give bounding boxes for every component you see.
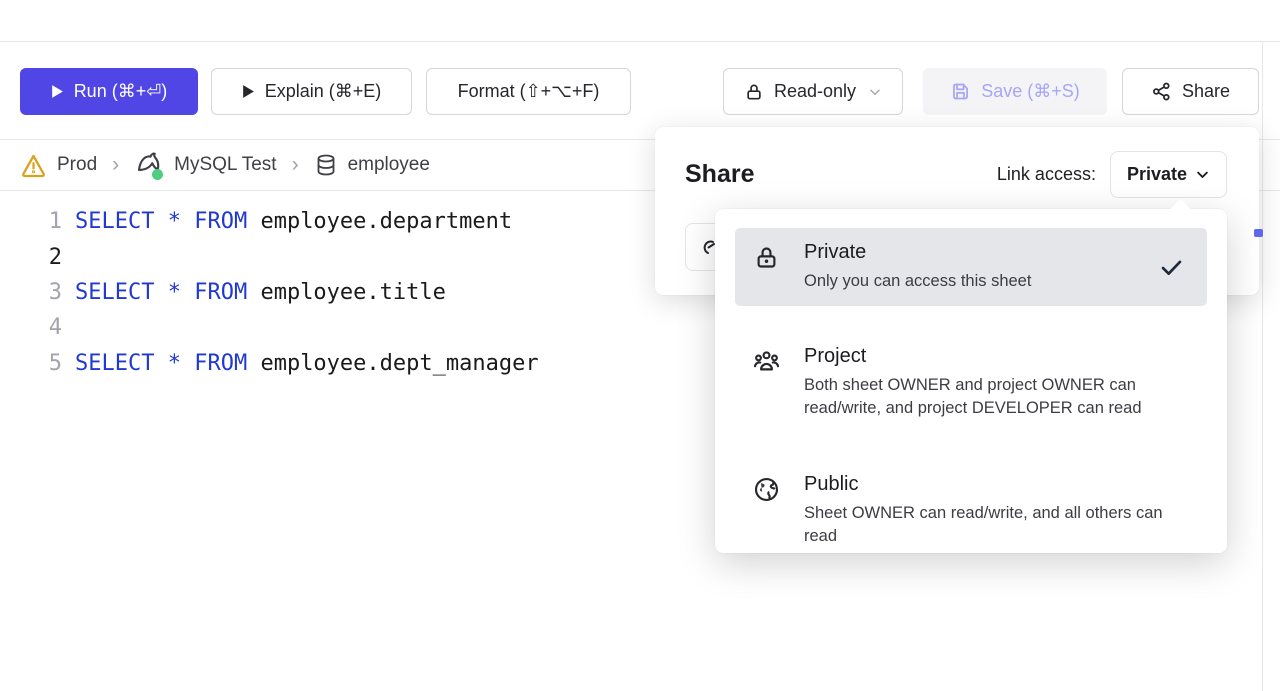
line-number: 5 xyxy=(0,351,62,376)
option-description: Only you can access this sheet xyxy=(804,270,1031,293)
readonly-mode-label: Read-only xyxy=(774,81,856,102)
instance-label: MySQL Test xyxy=(174,154,276,176)
top-divider xyxy=(0,41,1280,42)
share-icon xyxy=(1151,81,1172,102)
globe-icon xyxy=(753,476,780,508)
line-number: 4 xyxy=(0,315,62,340)
database-label: employee xyxy=(348,154,430,176)
access-option-project[interactable]: Project Both sheet OWNER and project OWN… xyxy=(735,332,1207,433)
breadcrumb-separator: › xyxy=(292,153,299,177)
share-button-label: Share xyxy=(1182,81,1230,102)
lock-icon xyxy=(753,244,780,276)
lock-icon xyxy=(744,82,764,102)
share-popover-title: Share xyxy=(685,160,754,189)
warning-icon xyxy=(20,152,47,179)
run-button-label: Run (⌘+⏎) xyxy=(74,81,168,102)
save-button[interactable]: Save (⌘+S) xyxy=(923,68,1107,115)
mysql-icon xyxy=(134,150,164,180)
chevron-down-icon xyxy=(1195,167,1210,182)
line-number: 3 xyxy=(0,280,62,305)
format-button-label: Format (⇧+⌥+F) xyxy=(458,81,600,102)
format-button[interactable]: Format (⇧+⌥+F) xyxy=(426,68,631,115)
underlying-panel-accent xyxy=(1254,229,1263,237)
database-crumb[interactable]: employee xyxy=(314,153,430,177)
play-icon xyxy=(51,84,64,99)
share-button[interactable]: Share xyxy=(1122,68,1259,115)
option-title: Public xyxy=(804,473,1186,496)
readonly-mode-dropdown[interactable]: Read-only xyxy=(723,68,903,115)
run-button[interactable]: Run (⌘+⏎) xyxy=(20,68,198,115)
play-icon xyxy=(242,84,255,99)
link-access-dropdown-button[interactable]: Private xyxy=(1110,151,1227,198)
access-option-public[interactable]: Public Sheet OWNER can read/write, and a… xyxy=(735,460,1207,561)
option-description: Sheet OWNER can read/write, and all othe… xyxy=(804,502,1186,548)
save-icon xyxy=(950,81,971,102)
explain-button-label: Explain (⌘+E) xyxy=(265,81,382,102)
explain-button[interactable]: Explain (⌘+E) xyxy=(211,68,412,115)
database-icon xyxy=(314,153,338,177)
option-description: Both sheet OWNER and project OWNER can r… xyxy=(804,374,1186,420)
check-icon xyxy=(1158,254,1185,286)
line-number-active: 2 xyxy=(0,245,62,270)
environment-label: Prod xyxy=(57,154,97,176)
option-title: Private xyxy=(804,241,1031,264)
option-title: Project xyxy=(804,345,1186,368)
line-number: 1 xyxy=(0,209,62,234)
save-button-label: Save (⌘+S) xyxy=(981,81,1080,102)
link-access-value: Private xyxy=(1127,164,1187,185)
access-option-private[interactable]: Private Only you can access this sheet xyxy=(735,228,1207,306)
link-access-label: Link access: xyxy=(997,164,1096,185)
link-access-menu: Private Only you can access this sheet P… xyxy=(715,209,1227,553)
chevron-down-icon xyxy=(868,85,882,99)
breadcrumb-separator: › xyxy=(112,153,119,177)
instance-crumb[interactable]: MySQL Test xyxy=(134,150,276,180)
environment-crumb[interactable]: Prod xyxy=(20,152,97,179)
users-group-icon xyxy=(753,348,780,380)
